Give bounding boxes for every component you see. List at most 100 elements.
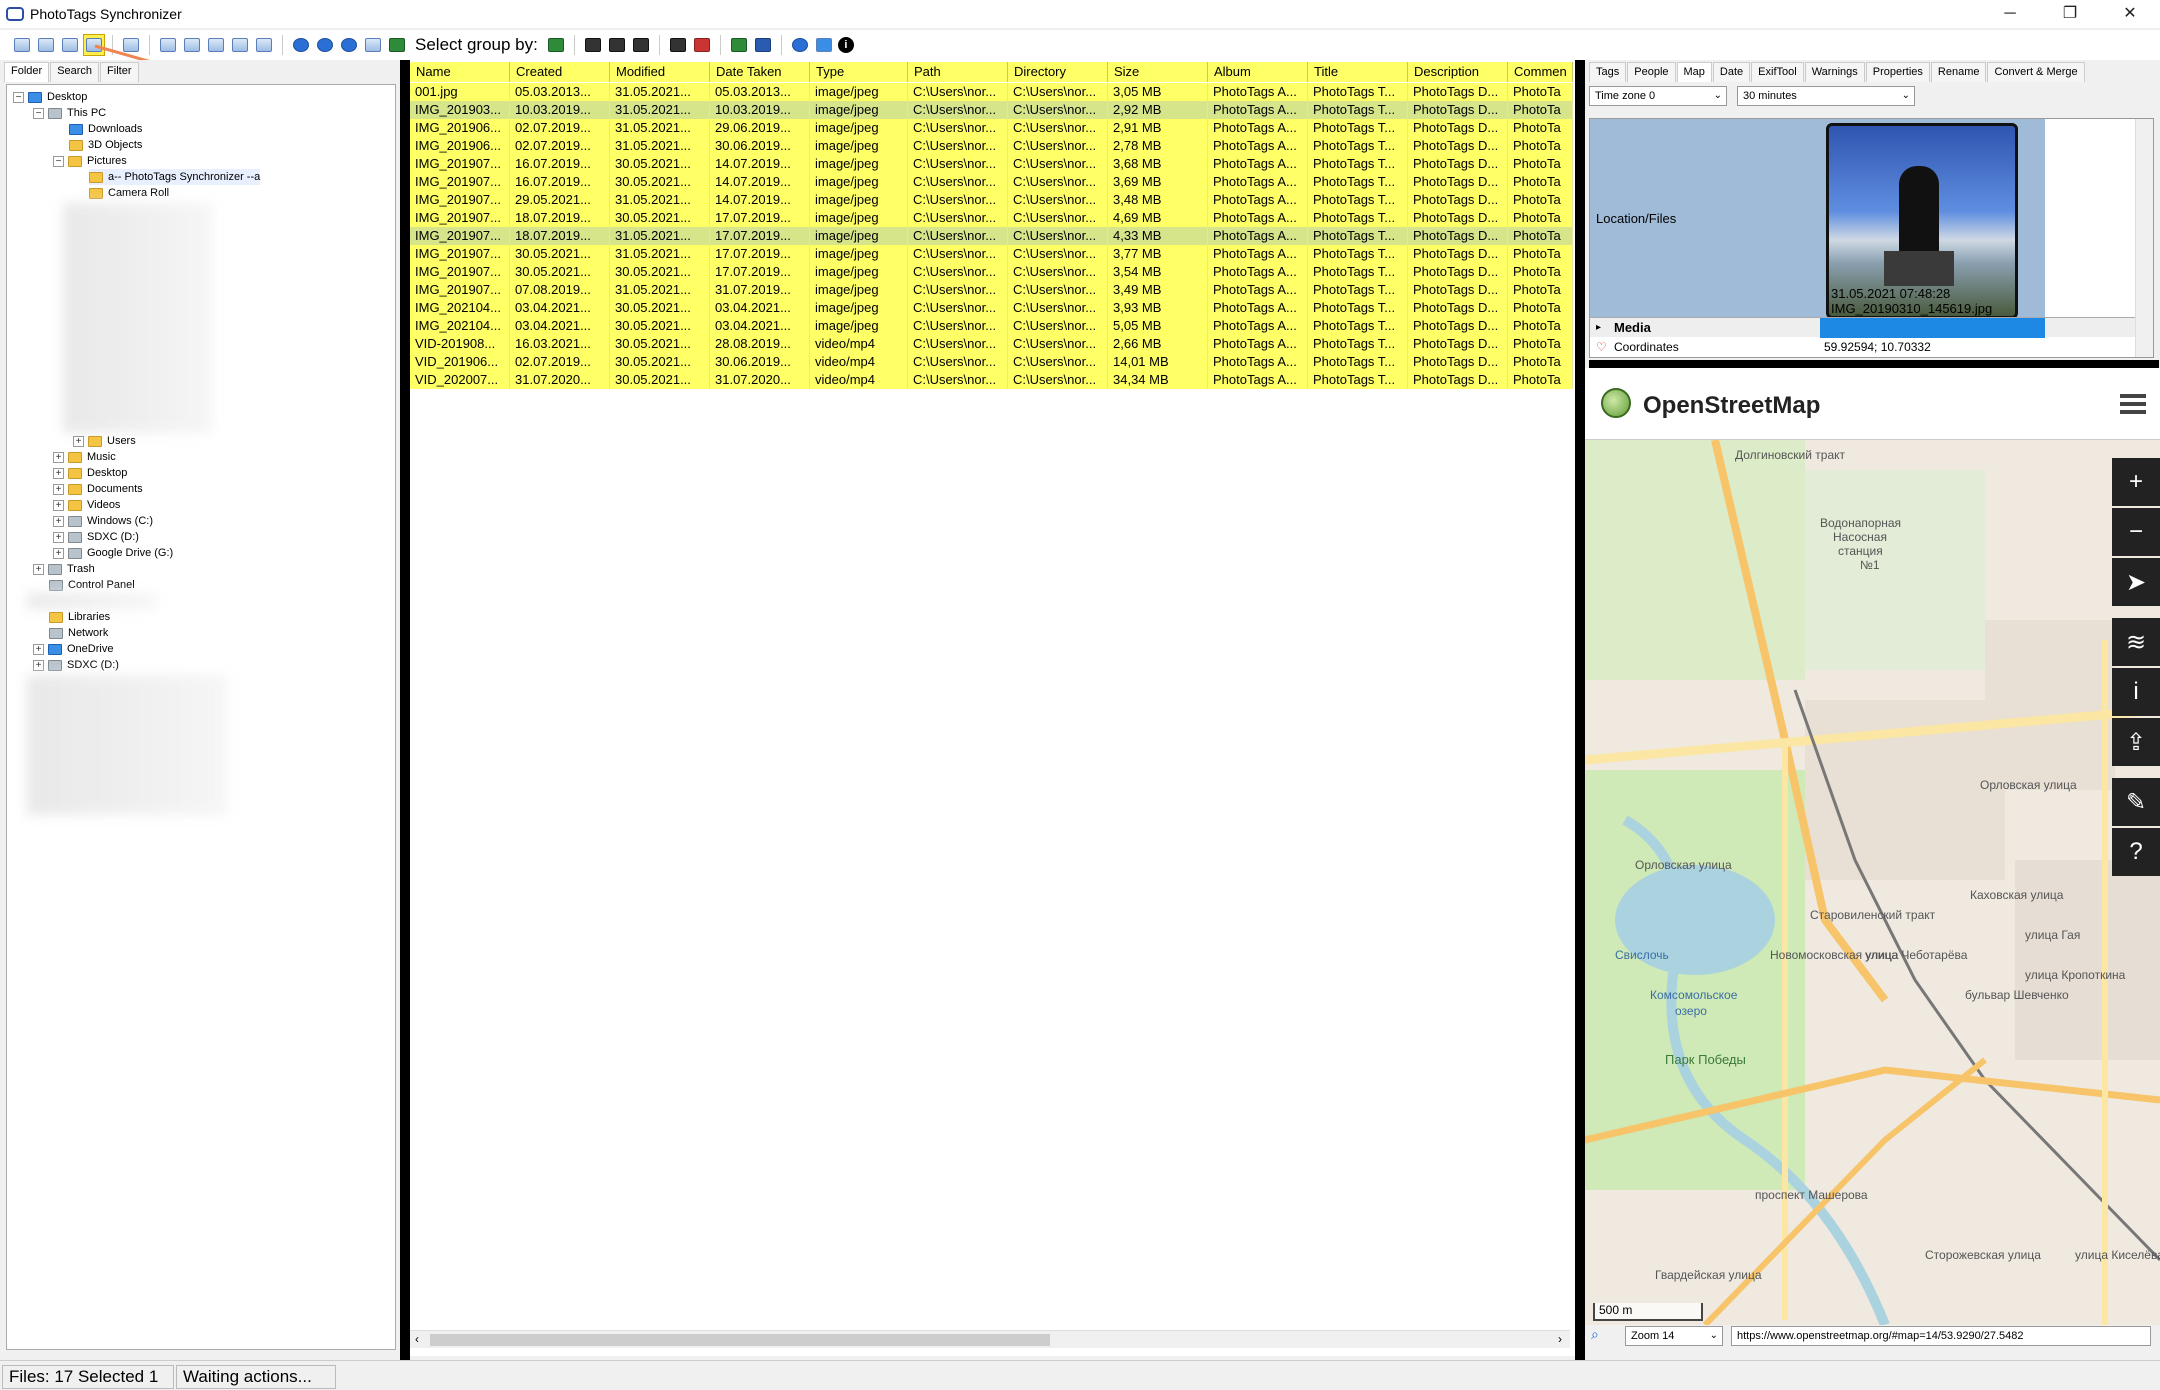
column-header[interactable]: Date Taken xyxy=(710,62,810,82)
tab-tags[interactable]: Tags xyxy=(1589,62,1627,82)
tree-network[interactable]: Network xyxy=(49,625,108,641)
view-thumbnails-icon[interactable] xyxy=(83,34,105,56)
menu-icon[interactable] xyxy=(2120,394,2146,414)
url-field[interactable]: https://www.openstreetmap.org/#map=14/53… xyxy=(1731,1326,2151,1346)
minimize-button[interactable]: ─ xyxy=(1980,0,2040,28)
grid-cells-icon[interactable] xyxy=(631,35,651,55)
query-icon[interactable]: ? xyxy=(2112,828,2160,876)
rotate-left-icon[interactable] xyxy=(291,35,311,55)
tree-3d-objects[interactable]: 3D Objects xyxy=(69,137,142,153)
rotate-right-icon[interactable] xyxy=(339,35,359,55)
search-icon[interactable]: ⌕ xyxy=(1591,1326,1599,1343)
close-button[interactable]: ✕ xyxy=(2100,0,2160,28)
maximize-button[interactable]: ❐ xyxy=(2040,0,2100,28)
image-size-xs-icon[interactable] xyxy=(254,35,274,55)
table-row[interactable]: VID-201908... 16.03.2021... 30.05.2021... 2… xyxy=(410,335,1573,353)
column-header[interactable]: Type xyxy=(810,62,908,82)
info-icon[interactable]: i xyxy=(837,37,854,53)
tree-sdxc-d[interactable]: + SDXC (D:) xyxy=(53,529,139,545)
view-tiles-icon[interactable] xyxy=(60,35,80,55)
compare-red-icon[interactable] xyxy=(692,35,712,55)
tree-phototags-folder[interactable]: a-- PhotoTags Synchronizer --a xyxy=(89,169,261,185)
image-size-l-icon[interactable] xyxy=(182,35,202,55)
layers-icon[interactable]: ≋ xyxy=(2112,618,2160,666)
column-header[interactable]: Title xyxy=(1308,62,1408,82)
compare-icon[interactable] xyxy=(668,35,688,55)
tree-users[interactable]: + Users xyxy=(73,433,136,449)
zoom-select[interactable]: Zoom 14 ⌄ xyxy=(1625,1326,1723,1346)
table-row[interactable]: VID_201906... 02.07.2019... 30.05.2021... 3… xyxy=(410,353,1573,371)
table-row[interactable]: IMG_201906... 02.07.2019... 31.05.2021... 3… xyxy=(410,137,1573,155)
tree-sdxc-d-2[interactable]: + SDXC (D:) xyxy=(33,657,119,673)
view-grid-icon[interactable] xyxy=(121,35,141,55)
table-row[interactable]: 001.jpg 05.03.2013... 31.05.2021... 05.03.2… xyxy=(410,83,1573,101)
coordinates-row[interactable]: ♡ Coordinates 59.92594; 10.70332 xyxy=(1590,337,2153,357)
column-header[interactable]: Description xyxy=(1408,62,1508,82)
table-row[interactable]: IMG_202104... 03.04.2021... 30.05.2021... 0… xyxy=(410,299,1573,317)
settings-gear-icon[interactable] xyxy=(790,35,810,55)
timezone-select[interactable]: Time zone 0 ⌄ xyxy=(1589,86,1727,106)
media-row[interactable]: ▸ Media xyxy=(1590,317,2153,338)
table-row[interactable]: IMG_201907... 16.07.2019... 30.05.2021... 1… xyxy=(410,155,1573,173)
column-header[interactable]: Path xyxy=(908,62,1008,82)
tree-documents[interactable]: + Documents xyxy=(53,481,143,497)
column-header[interactable]: Modified xyxy=(610,62,710,82)
horizontal-scrollbar[interactable]: ‹ › xyxy=(410,1330,1570,1348)
table-row[interactable]: IMG_201907... 16.07.2019... 30.05.2021... 1… xyxy=(410,173,1573,191)
note-icon[interactable]: ✎ xyxy=(2112,778,2160,826)
view-details-icon[interactable] xyxy=(12,35,32,55)
tab-properties[interactable]: Properties xyxy=(1865,62,1930,82)
table-row[interactable]: IMG_201907... 18.07.2019... 30.05.2021... 1… xyxy=(410,209,1573,227)
zoom-out-button[interactable]: − xyxy=(2112,508,2160,556)
tree-this-pc[interactable]: − This PC xyxy=(33,105,106,121)
share-icon[interactable]: ⇪ xyxy=(2112,718,2160,766)
tab-map[interactable]: Map xyxy=(1676,62,1712,82)
info-icon[interactable]: i xyxy=(2112,668,2160,716)
splitter-horizontal[interactable] xyxy=(1589,360,2159,368)
table-row[interactable]: IMG_201907... 07.08.2019... 31.05.2021... 3… xyxy=(410,281,1573,299)
map-view[interactable]: OpenStreetMap Водонапорная Насосная стан… xyxy=(1585,368,2160,1325)
tree-onedrive[interactable]: + OneDrive xyxy=(33,641,113,657)
table-row[interactable]: IMG_201907... 29.05.2021... 31.05.2021... 1… xyxy=(410,191,1573,209)
tab-rename[interactable]: Rename xyxy=(1930,62,1987,82)
splitter-left[interactable] xyxy=(400,60,410,1360)
table-row[interactable]: IMG_201906... 02.07.2019... 31.05.2021... 2… xyxy=(410,119,1573,137)
tab-search[interactable]: Search xyxy=(50,62,100,82)
save-icon[interactable] xyxy=(753,35,773,55)
select-group-icon[interactable] xyxy=(387,35,407,55)
tree-google-drive[interactable]: + Google Drive (G:) xyxy=(53,545,173,561)
tab-filter[interactable]: Filter xyxy=(100,62,139,82)
image-size-m-icon[interactable] xyxy=(206,35,226,55)
tree-control-panel[interactable]: Control Panel xyxy=(49,577,135,593)
vertical-scrollbar[interactable] xyxy=(2135,119,2153,357)
network-icon[interactable] xyxy=(814,35,834,55)
column-header[interactable]: Created xyxy=(510,62,610,82)
tree-desktop[interactable]: − Desktop xyxy=(13,89,87,105)
tab-people[interactable]: People xyxy=(1627,62,1676,82)
table-row[interactable]: IMG_202104... 03.04.2021... 30.05.2021... 0… xyxy=(410,317,1573,335)
column-header[interactable]: Commen xyxy=(1508,62,1573,82)
scrollbar-thumb[interactable] xyxy=(430,1334,1050,1346)
grid-rows-icon[interactable] xyxy=(583,35,603,55)
grid-columns-icon[interactable] xyxy=(607,35,627,55)
google-location-icon[interactable] xyxy=(729,35,749,55)
tree-music[interactable]: + Music xyxy=(53,449,116,465)
tree-trash[interactable]: + Trash xyxy=(33,561,95,577)
photo-thumbnail[interactable]: 31.05.2021 07:48:28 IMG_20190310_145619.… xyxy=(1826,123,2018,319)
table-row[interactable]: VID_202007... 31.07.2020... 30.05.2021... 3… xyxy=(410,371,1573,389)
tree-pictures[interactable]: − Pictures xyxy=(53,153,127,169)
tree-libraries[interactable]: Libraries xyxy=(49,609,110,625)
tree-windows-c[interactable]: + Windows (C:) xyxy=(53,513,153,529)
image-size-xl-icon[interactable] xyxy=(158,35,178,55)
table-row[interactable]: IMG_201907... 18.07.2019... 31.05.2021... 1… xyxy=(410,227,1573,245)
tab-date[interactable]: Date xyxy=(1712,62,1751,82)
column-header[interactable]: Directory xyxy=(1008,62,1108,82)
zoom-in-button[interactable]: + xyxy=(2112,458,2160,506)
tree-camera-roll[interactable]: Camera Roll xyxy=(89,185,169,201)
tree-videos[interactable]: + Videos xyxy=(53,497,120,513)
interval-select[interactable]: 30 minutes ⌄ xyxy=(1737,86,1915,106)
tree-desktop-2[interactable]: + Desktop xyxy=(53,465,127,481)
metadata-refresh-icon[interactable] xyxy=(363,35,383,55)
tab-folder[interactable]: Folder xyxy=(4,62,50,82)
locate-icon[interactable]: ➤ xyxy=(2112,558,2160,606)
